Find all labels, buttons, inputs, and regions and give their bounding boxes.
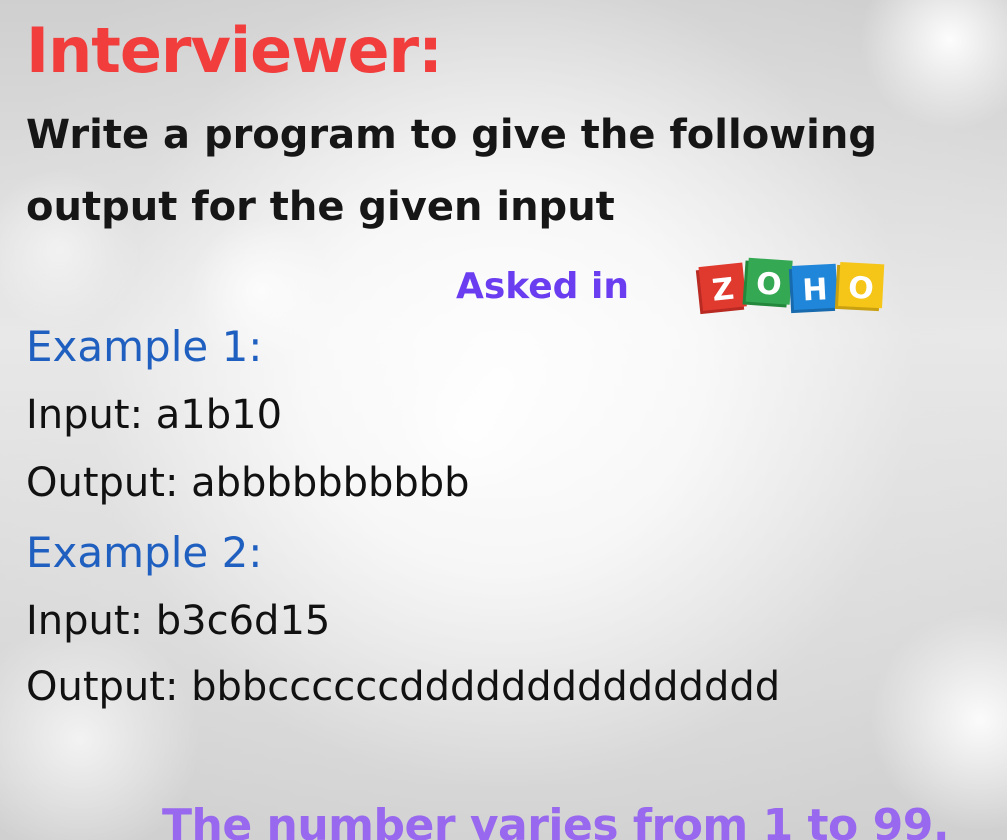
zoho-letter: O bbox=[847, 271, 874, 307]
example-2-input: Input: b3c6d15 bbox=[26, 598, 331, 644]
example-1-input: Input: a1b10 bbox=[26, 392, 283, 438]
zoho-letter: O bbox=[755, 266, 783, 303]
example-2-output: Output: bbbccccccddddddddddddddd bbox=[26, 664, 781, 710]
example-1-title: Example 1: bbox=[26, 322, 263, 371]
zoho-tile-o1: O bbox=[742, 257, 793, 308]
asked-in-label: Asked in bbox=[456, 266, 629, 307]
example-1-output: Output: abbbbbbbbbb bbox=[26, 460, 470, 506]
zoho-tile-z: Z bbox=[695, 262, 747, 315]
prompt-line-2: output for the given input bbox=[26, 184, 615, 230]
number-range-note: The number varies from 1 to 99. bbox=[162, 800, 950, 840]
prompt-line-1: Write a program to give the following bbox=[26, 112, 877, 158]
zoho-tile-o2: O bbox=[834, 262, 885, 312]
example-2-title: Example 2: bbox=[26, 528, 263, 577]
zoho-letter: H bbox=[802, 272, 829, 308]
zoho-logo-icon: Z O H O bbox=[695, 257, 885, 315]
interviewer-heading: Interviewer: bbox=[26, 14, 443, 87]
zoho-letter: Z bbox=[710, 272, 735, 309]
zoho-tile-h: H bbox=[788, 263, 838, 314]
